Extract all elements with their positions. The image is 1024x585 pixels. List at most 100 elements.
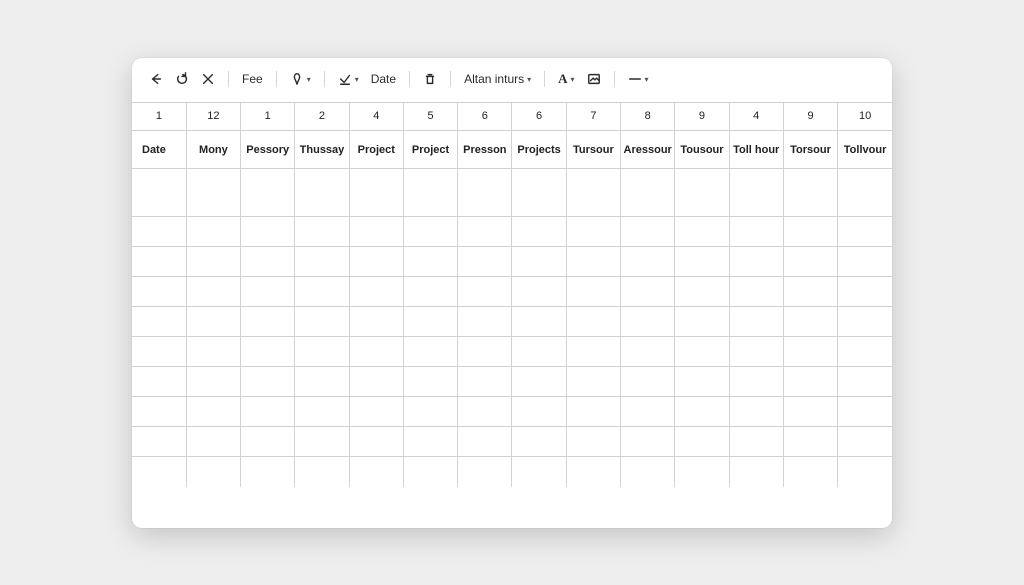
cell[interactable] <box>783 457 837 487</box>
column-number-cell[interactable]: 1 <box>132 103 186 131</box>
cell[interactable] <box>512 457 566 487</box>
cell[interactable] <box>241 169 295 217</box>
cell[interactable] <box>729 247 783 277</box>
cell[interactable] <box>512 367 566 397</box>
cell[interactable] <box>512 427 566 457</box>
cell[interactable] <box>783 427 837 457</box>
cell[interactable] <box>566 367 620 397</box>
cell[interactable] <box>838 427 892 457</box>
cell[interactable] <box>295 427 349 457</box>
cell[interactable] <box>566 169 620 217</box>
cell[interactable] <box>403 247 457 277</box>
column-label-cell[interactable]: Projects <box>512 131 566 169</box>
column-label-cell[interactable]: Project <box>349 131 403 169</box>
cell[interactable] <box>783 247 837 277</box>
cell[interactable] <box>186 367 240 397</box>
cell[interactable] <box>729 457 783 487</box>
column-number-cell[interactable]: 1 <box>241 103 295 131</box>
fee-button[interactable]: Fee <box>239 71 266 87</box>
cell[interactable] <box>241 247 295 277</box>
cell[interactable] <box>838 307 892 337</box>
cell[interactable] <box>349 457 403 487</box>
cell[interactable] <box>838 397 892 427</box>
cell[interactable] <box>566 337 620 367</box>
cell[interactable] <box>512 247 566 277</box>
column-number-cell[interactable]: 7 <box>566 103 620 131</box>
column-number-cell[interactable]: 9 <box>783 103 837 131</box>
column-label-cell[interactable]: Aressour <box>621 131 675 169</box>
cell[interactable] <box>458 457 512 487</box>
filter-button[interactable]: ▾ <box>287 70 314 88</box>
cell[interactable] <box>295 307 349 337</box>
cell[interactable] <box>186 277 240 307</box>
cell[interactable] <box>675 217 729 247</box>
column-label-cell[interactable]: Tollvour <box>838 131 892 169</box>
close-button[interactable] <box>198 70 218 88</box>
cell[interactable] <box>621 337 675 367</box>
cell[interactable] <box>729 217 783 247</box>
cell[interactable] <box>783 367 837 397</box>
cell[interactable] <box>241 367 295 397</box>
cell[interactable] <box>295 457 349 487</box>
column-label-cell[interactable]: Date <box>132 131 186 169</box>
redo-button[interactable] <box>172 70 192 88</box>
text-style-button[interactable]: A ▾ <box>555 70 577 88</box>
column-number-cell[interactable]: 12 <box>186 103 240 131</box>
cell[interactable] <box>186 247 240 277</box>
cell[interactable] <box>241 457 295 487</box>
cell[interactable] <box>729 277 783 307</box>
cell[interactable] <box>512 307 566 337</box>
cell[interactable] <box>132 367 186 397</box>
cell[interactable] <box>458 217 512 247</box>
cell[interactable] <box>403 277 457 307</box>
cell[interactable] <box>458 247 512 277</box>
cell[interactable] <box>458 397 512 427</box>
cell[interactable] <box>512 397 566 427</box>
cell[interactable] <box>729 397 783 427</box>
cell[interactable] <box>566 397 620 427</box>
cell[interactable] <box>621 277 675 307</box>
cell[interactable] <box>566 457 620 487</box>
column-label-cell[interactable]: Thussay <box>295 131 349 169</box>
cell[interactable] <box>349 397 403 427</box>
cell[interactable] <box>403 307 457 337</box>
cell[interactable] <box>838 169 892 217</box>
cell[interactable] <box>621 397 675 427</box>
cell[interactable] <box>729 307 783 337</box>
cell[interactable] <box>132 169 186 217</box>
cell[interactable] <box>675 277 729 307</box>
cell[interactable] <box>403 457 457 487</box>
cell[interactable] <box>403 169 457 217</box>
line-style-button[interactable]: ▾ <box>625 70 652 88</box>
cell[interactable] <box>349 247 403 277</box>
column-label-cell[interactable]: Tousour <box>675 131 729 169</box>
cell[interactable] <box>295 217 349 247</box>
cell[interactable] <box>458 337 512 367</box>
cell[interactable] <box>295 169 349 217</box>
cell[interactable] <box>783 337 837 367</box>
cell[interactable] <box>566 307 620 337</box>
cell[interactable] <box>241 217 295 247</box>
cell[interactable] <box>349 307 403 337</box>
check-button[interactable]: ▾ <box>335 70 362 88</box>
cell[interactable] <box>186 337 240 367</box>
column-number-cell[interactable]: 9 <box>675 103 729 131</box>
cell[interactable] <box>241 397 295 427</box>
cell[interactable] <box>458 169 512 217</box>
cell[interactable] <box>241 277 295 307</box>
cell[interactable] <box>132 397 186 427</box>
cell[interactable] <box>621 247 675 277</box>
cell[interactable] <box>349 217 403 247</box>
cell[interactable] <box>132 277 186 307</box>
cell[interactable] <box>621 427 675 457</box>
column-label-cell[interactable]: Torsour <box>783 131 837 169</box>
column-label-cell[interactable]: Toll hour <box>729 131 783 169</box>
cell[interactable] <box>132 337 186 367</box>
cell[interactable] <box>186 169 240 217</box>
cell[interactable] <box>186 457 240 487</box>
cell[interactable] <box>241 337 295 367</box>
cell[interactable] <box>783 397 837 427</box>
column-number-cell[interactable]: 6 <box>512 103 566 131</box>
cell[interactable] <box>566 427 620 457</box>
cell[interactable] <box>295 337 349 367</box>
